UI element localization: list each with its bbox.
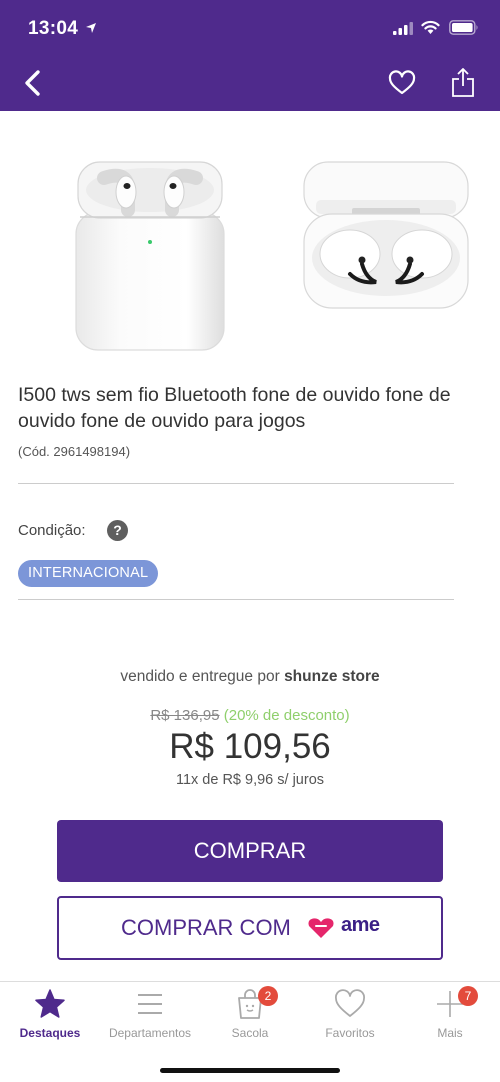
tab-destaques[interactable]: Destaques [0,982,100,1042]
menu-lines-icon [138,994,162,1014]
tab-sacola[interactable]: 2 Sacola [200,982,300,1042]
installments: 11x de R$ 9,96 s/ juros [175,772,325,788]
condition-badge: INTERNACIONAL [18,560,159,587]
tab-mais[interactable]: 7 Mais [400,982,500,1042]
old-price: R$ 136,95 [150,707,220,724]
ame-logo-text: ame [341,914,380,936]
ame-heart-icon [308,918,334,938]
seller-prefix: vendido e entregue por [120,668,285,685]
current-price: R$ 109,56 [169,727,331,766]
heart-icon[interactable] [388,70,416,96]
buy-button[interactable]: COMPRAR [57,820,443,882]
top-nav-bar [0,56,500,111]
more-count-badge: 7 [458,986,478,1006]
bottom-tab-bar: Destaques Departamentos 2 Sacola Favorit… [0,981,500,1082]
share-icon[interactable] [450,66,476,98]
location-arrow-icon [86,23,96,33]
product-image-closed-case [75,161,225,351]
old-price-row: R$ 136,95 (20% de desconto) [0,707,500,724]
star-icon [35,989,65,1018]
home-indicator[interactable] [160,1068,340,1073]
condition-label: Condição: [18,522,86,539]
discount-percent: (20% de desconto) [223,707,350,724]
tab-label: Mais [437,1026,463,1040]
product-image-gallery[interactable] [0,112,500,372]
wifi-icon [421,20,440,34]
seller-info: vendido e entregue por shunze store [0,668,500,686]
tab-favoritos[interactable]: Favoritos [300,982,400,1042]
tab-label: Favoritos [325,1026,375,1040]
tab-label: Destaques [19,1026,81,1040]
divider [18,599,454,600]
bag-count-badge: 2 [258,986,278,1006]
tab-label: Departamentos [108,1026,192,1040]
product-code: (Cód. 2961498194) [18,444,131,459]
help-icon[interactable]: ? [107,520,128,541]
product-image-open-case [303,161,469,309]
buy-with-label: COMPRAR COM [121,915,291,940]
status-bar: 13:04 [0,0,500,56]
seller-name[interactable]: shunze store [284,668,380,685]
signal-icon [393,22,413,35]
heart-outline-icon [335,989,365,1017]
battery-icon [449,20,478,35]
status-time: 13:04 [28,18,79,39]
divider [18,483,454,484]
tab-departamentos[interactable]: Departamentos [100,982,200,1042]
back-chevron-icon[interactable] [20,68,46,98]
tab-label: Sacola [231,1026,269,1040]
product-title: I500 tws sem fio Bluetooth fone de ouvid… [18,384,451,432]
buy-with-ame-button[interactable]: COMPRAR COM ame [57,896,443,960]
